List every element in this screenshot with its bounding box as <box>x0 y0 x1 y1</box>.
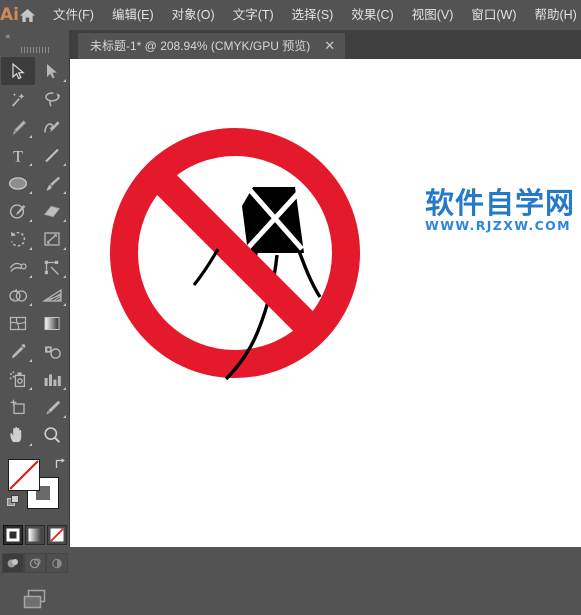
curvature-tool[interactable] <box>35 113 69 141</box>
gradient-mode-button[interactable] <box>25 525 45 545</box>
flyout-indicator-icon <box>63 219 66 222</box>
eyedropper-tool[interactable] <box>1 337 35 365</box>
flyout-indicator-icon <box>29 359 32 362</box>
flyout-indicator-icon <box>29 275 32 278</box>
menu-help[interactable]: 帮助(H) <box>525 0 581 30</box>
width-tool[interactable] <box>1 253 35 281</box>
menu-effect[interactable]: 效果(C) <box>342 0 402 30</box>
app-logo: Ai <box>0 5 19 25</box>
zoom-tool[interactable] <box>35 421 69 449</box>
flyout-indicator-icon <box>63 303 66 306</box>
kite-tail-segment <box>192 248 220 286</box>
document-canvas[interactable]: 软件自学网 WWW.RJZXW.COM <box>70 59 581 547</box>
panel-drag-handle[interactable] <box>0 43 69 57</box>
flyout-indicator-icon <box>63 415 66 418</box>
tools-panel: « T <box>0 30 70 609</box>
artboard-tool[interactable] <box>1 393 35 421</box>
gradient-tool[interactable] <box>35 309 69 337</box>
paintbrush-tool[interactable] <box>35 169 69 197</box>
no-kite-flying-artwork[interactable] <box>70 59 581 547</box>
color-mode-button[interactable] <box>3 525 23 545</box>
line-segment-tool[interactable] <box>35 141 69 169</box>
flyout-indicator-icon <box>29 443 32 446</box>
fill-swatch[interactable] <box>8 459 40 491</box>
tool-grid: T <box>0 57 69 449</box>
rotate-tool[interactable] <box>1 225 35 253</box>
swap-fill-stroke-icon[interactable] <box>53 457 66 470</box>
scale-tool[interactable] <box>35 225 69 253</box>
menu-select[interactable]: 选择(S) <box>283 0 343 30</box>
type-tool[interactable]: T <box>1 141 35 169</box>
menu-items: 文件(F) 编辑(E) 对象(O) 文字(T) 选择(S) 效果(C) 视图(V… <box>44 0 581 30</box>
slice-tool[interactable] <box>35 393 69 421</box>
menu-window[interactable]: 窗口(W) <box>462 0 525 30</box>
flyout-indicator-icon <box>63 247 66 250</box>
change-screen-mode-button[interactable] <box>0 585 70 615</box>
menu-edit[interactable]: 编辑(E) <box>103 0 163 30</box>
home-icon[interactable] <box>19 0 36 30</box>
blend-tool[interactable] <box>35 337 69 365</box>
kite-leg-right <box>297 250 322 298</box>
draw-behind-mode-button[interactable] <box>24 553 46 573</box>
close-icon[interactable]: ✕ <box>324 40 335 53</box>
mesh-tool[interactable] <box>1 309 35 337</box>
draw-normal-mode-button[interactable] <box>2 553 24 573</box>
menu-view[interactable]: 视图(V) <box>403 0 463 30</box>
flyout-indicator-icon <box>63 275 66 278</box>
illustrator-window: Ai 文件(F) 编辑(E) 对象(O) 文字(T) 选择(S) 效果(C) 视… <box>0 0 581 609</box>
flyout-indicator-icon <box>29 219 32 222</box>
document-tab-title: 未标题-1* @ 208.94% (CMYK/GPU 预览) <box>90 39 311 53</box>
default-fill-stroke-icon[interactable] <box>7 495 20 508</box>
perspective-grid-tool[interactable] <box>35 281 69 309</box>
flyout-indicator-icon <box>29 135 32 138</box>
menu-file[interactable]: 文件(F) <box>44 0 103 30</box>
fill-stroke-controls <box>0 455 70 523</box>
flyout-indicator-icon <box>29 191 32 194</box>
direct-selection-tool[interactable] <box>35 57 69 85</box>
flyout-indicator-icon <box>29 163 32 166</box>
menu-bar: Ai 文件(F) 编辑(E) 对象(O) 文字(T) 选择(S) 效果(C) 视… <box>0 0 581 30</box>
menu-type[interactable]: 文字(T) <box>224 0 283 30</box>
flyout-indicator-icon <box>63 163 66 166</box>
none-mode-button[interactable] <box>47 525 67 545</box>
shape-builder-tool[interactable] <box>1 281 35 309</box>
draw-mode-row <box>0 553 70 577</box>
hand-tool[interactable] <box>1 421 35 449</box>
flyout-indicator-icon <box>63 387 66 390</box>
flyout-indicator-icon <box>63 79 66 82</box>
shaper-tool[interactable] <box>1 197 35 225</box>
svg-text:T: T <box>13 148 23 164</box>
selection-tool[interactable] <box>1 57 35 85</box>
column-graph-tool[interactable] <box>35 365 69 393</box>
symbol-sprayer-tool[interactable] <box>1 365 35 393</box>
eraser-tool[interactable] <box>35 197 69 225</box>
ellipse-tool[interactable] <box>1 169 35 197</box>
flyout-indicator-icon <box>29 387 32 390</box>
collapse-panel-icon[interactable]: « <box>0 30 69 43</box>
grip-dots-icon <box>20 47 49 53</box>
flyout-indicator-icon <box>29 247 32 250</box>
magic-wand-tool[interactable] <box>1 85 35 113</box>
flyout-indicator-icon <box>29 303 32 306</box>
flyout-indicator-icon <box>63 191 66 194</box>
document-tab[interactable]: 未标题-1* @ 208.94% (CMYK/GPU 预览) ✕ <box>78 33 346 59</box>
menu-object[interactable]: 对象(O) <box>163 0 224 30</box>
draw-inside-mode-button[interactable] <box>46 553 68 573</box>
lasso-tool[interactable] <box>35 85 69 113</box>
free-transform-tool[interactable] <box>35 253 69 281</box>
document-tab-bar: 未标题-1* @ 208.94% (CMYK/GPU 预览) ✕ <box>70 30 581 59</box>
paint-mode-row <box>0 525 70 549</box>
pen-tool[interactable] <box>1 113 35 141</box>
